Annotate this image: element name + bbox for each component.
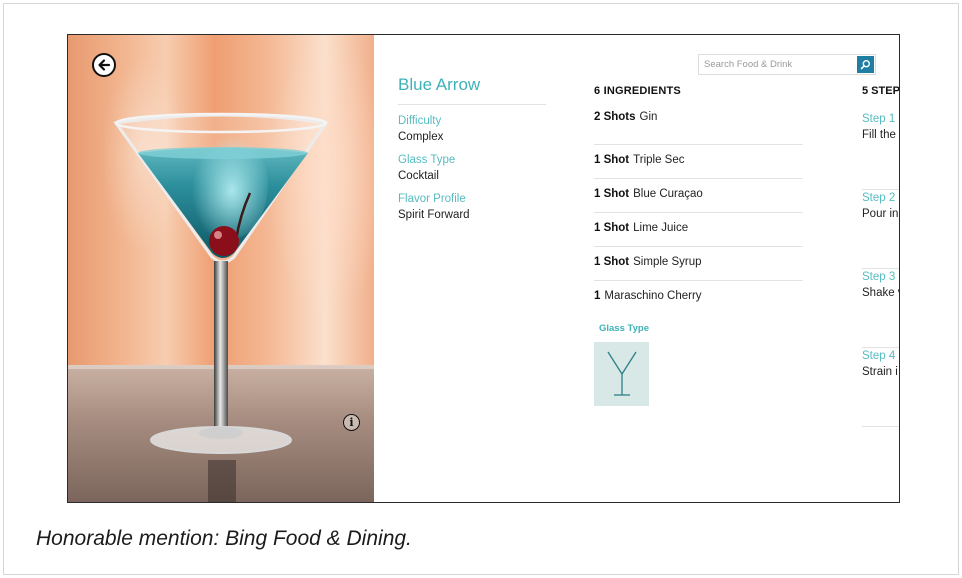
- step-text: Pour in: [862, 208, 899, 220]
- app-window: i Blue Arrow Difficulty Complex Glass Ty…: [67, 34, 900, 503]
- ingredient-quantity: 1 Shot: [594, 256, 630, 268]
- ingredient-list: 2 Shots Gin 1 Shot Triple Sec 1 Shot Blue C…: [594, 111, 803, 315]
- ingredient-row: 1 Shot Triple Sec: [594, 145, 803, 179]
- detail-difficulty: Difficulty Complex: [398, 114, 546, 145]
- step-item: Step 4 Strain i: [862, 348, 899, 427]
- ingredients-section: 6 INGREDIENTS 2 Shots Gin 1 Shot Triple Se…: [594, 85, 803, 406]
- ingredients-header: 6 INGREDIENTS: [594, 85, 681, 97]
- detail-value: Complex: [398, 131, 444, 143]
- step-text: Fill the: [862, 129, 896, 141]
- recipe-overview: Blue Arrow Difficulty Complex Glass Type…: [398, 75, 546, 231]
- step-item: Step 3 Shake v: [862, 269, 900, 348]
- ingredient-name: Blue Curaçao: [633, 188, 703, 200]
- search-input[interactable]: [699, 55, 857, 74]
- step-text: Strain i: [862, 366, 898, 378]
- ingredient-name: Triple Sec: [633, 154, 685, 166]
- steps-header: 5 STEP: [862, 85, 900, 97]
- caption: Honorable mention: Bing Food & Dining.: [36, 527, 412, 550]
- cocktail-photo: [113, 112, 329, 502]
- step-item: Step 2 Pour in: [862, 190, 899, 269]
- detail-value: Spirit Forward: [398, 209, 470, 221]
- ingredient-name: Simple Syrup: [633, 256, 702, 268]
- ingredient-quantity: 1: [594, 290, 601, 302]
- back-arrow-icon: [98, 59, 111, 71]
- search-button[interactable]: [857, 56, 874, 73]
- hero-image: i: [68, 35, 374, 502]
- step-label: Step 2: [862, 192, 896, 204]
- ingredient-name: Lime Juice: [633, 222, 689, 234]
- ingredient-quantity: 1 Shot: [594, 188, 630, 200]
- cocktail-glass-icon: [606, 351, 637, 396]
- glass-type-tile[interactable]: [594, 342, 649, 406]
- ingredient-row: 1 Maraschino Cherry: [594, 281, 803, 315]
- detail-label: Difficulty: [398, 115, 442, 127]
- info-icon: i: [349, 416, 354, 429]
- search-box: [698, 54, 876, 75]
- back-button[interactable]: [92, 53, 116, 77]
- step-label: Step 1: [862, 113, 896, 125]
- detail-label: Glass Type: [398, 154, 456, 166]
- detail-glass-type: Glass Type Cocktail: [398, 153, 546, 184]
- ingredient-quantity: 2 Shots: [594, 111, 636, 123]
- search-icon: [860, 59, 871, 70]
- step-label: Step 3: [862, 271, 896, 283]
- detail-flavor-profile: Flavor Profile Spirit Forward: [398, 192, 546, 223]
- step-label: Step 4: [862, 350, 896, 362]
- info-button[interactable]: i: [343, 414, 360, 431]
- steps-section: 5 STEP Step 1 Fill the Step 2 Pour in St…: [862, 85, 900, 427]
- ingredient-quantity: 1 Shot: [594, 154, 630, 166]
- ingredient-name: Maraschino Cherry: [604, 290, 702, 302]
- ingredient-name: Gin: [639, 111, 658, 123]
- ingredient-row: 1 Shot Blue Curaçao: [594, 179, 803, 213]
- step-text: Shake v: [862, 287, 900, 299]
- step-item: Step 1 Fill the: [862, 111, 899, 190]
- ingredient-row: 2 Shots Gin: [594, 111, 803, 145]
- detail-label: Flavor Profile: [398, 193, 466, 205]
- detail-value: Cocktail: [398, 170, 439, 182]
- ingredient-row: 1 Shot Lime Juice: [594, 213, 803, 247]
- ingredient-quantity: 1 Shot: [594, 222, 630, 234]
- recipe-title: Blue Arrow: [398, 75, 546, 105]
- glass-type-label: Glass Type: [599, 323, 649, 334]
- ingredient-row: 1 Shot Simple Syrup: [594, 247, 803, 281]
